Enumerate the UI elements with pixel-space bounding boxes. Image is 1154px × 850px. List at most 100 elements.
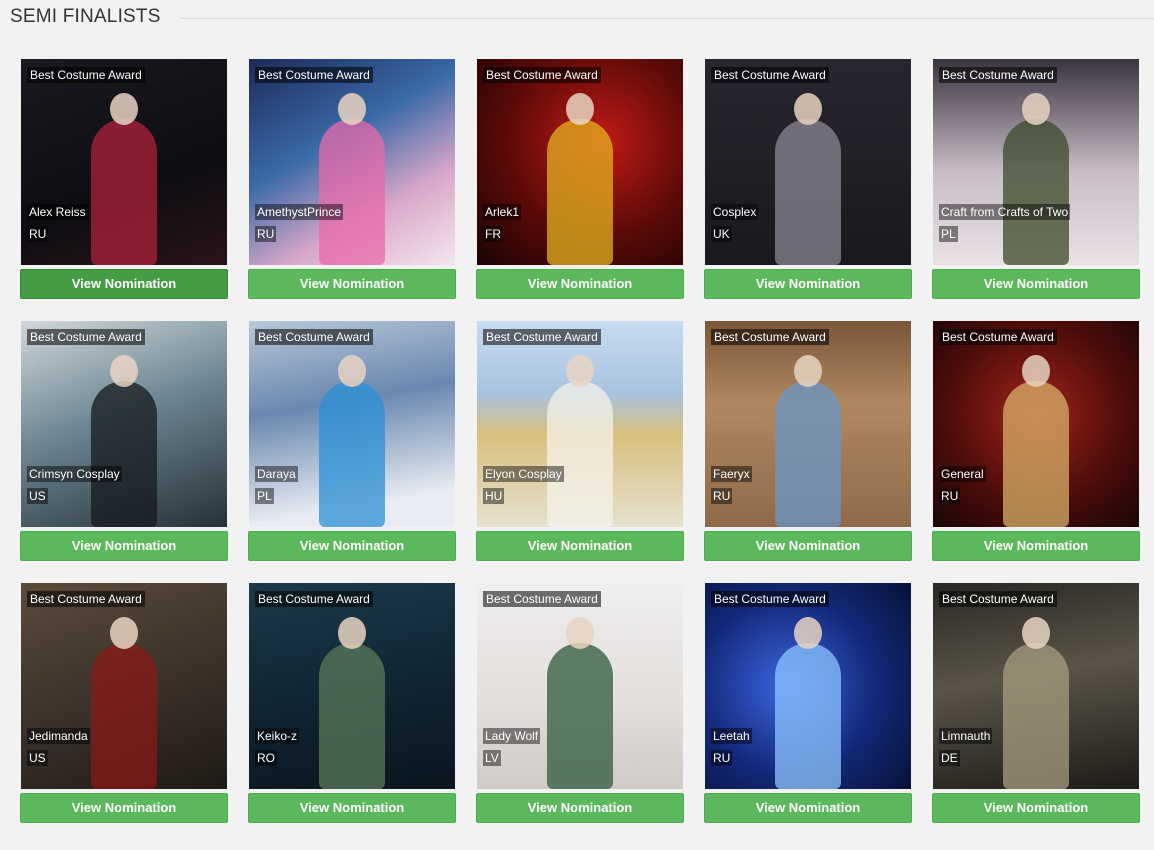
- award-badge: Best Costume Award: [27, 67, 145, 83]
- cosplayer-figure: [775, 643, 841, 789]
- award-badge: Best Costume Award: [255, 67, 373, 83]
- cosplayer-figure: [91, 381, 157, 527]
- cosplayer-figure: [775, 381, 841, 527]
- nominee-country: RU: [711, 488, 733, 504]
- view-nomination-button[interactable]: View Nomination: [20, 269, 228, 299]
- cosplayer-head: [1022, 617, 1050, 649]
- view-nomination-button[interactable]: View Nomination: [704, 793, 912, 823]
- nominee-card: Best Costume Award Jedimanda US View Nomina…: [20, 583, 228, 823]
- award-badge: Best Costume Award: [711, 329, 829, 345]
- cosplayer-head: [110, 617, 138, 649]
- nominee-country: PL: [939, 226, 958, 242]
- cosplayer-figure: [1003, 643, 1069, 789]
- nominee-photo[interactable]: Best Costume Award Elyon Cosplay HU: [477, 321, 683, 527]
- nominee-photo[interactable]: Best Costume Award Arlek1 FR: [477, 59, 683, 265]
- nominee-name: Cosplex: [711, 204, 759, 220]
- nominee-photo[interactable]: Best Costume Award Alex Reiss RU: [21, 59, 227, 265]
- nominee-photo[interactable]: Best Costume Award General RU: [933, 321, 1139, 527]
- view-nomination-button[interactable]: View Nomination: [476, 531, 684, 561]
- nominee-photo[interactable]: Best Costume Award Cosplex UK: [705, 59, 911, 265]
- cosplayer-head: [110, 355, 138, 387]
- view-nomination-button[interactable]: View Nomination: [20, 793, 228, 823]
- nominee-country: RU: [711, 750, 733, 766]
- nominee-name: Crimsyn Cosplay: [27, 466, 122, 482]
- cosplayer-head: [794, 93, 822, 125]
- cosplayer-figure: [319, 381, 385, 527]
- cosplayer-head: [794, 617, 822, 649]
- view-nomination-button[interactable]: View Nomination: [704, 269, 912, 299]
- nominee-name: Faeryx: [711, 466, 752, 482]
- nominee-country: DE: [939, 750, 960, 766]
- nominee-name: General: [939, 466, 986, 482]
- cosplayer-head: [794, 355, 822, 387]
- view-nomination-button[interactable]: View Nomination: [932, 793, 1140, 823]
- view-nomination-button[interactable]: View Nomination: [248, 793, 456, 823]
- award-badge: Best Costume Award: [27, 591, 145, 607]
- view-nomination-button[interactable]: View Nomination: [704, 531, 912, 561]
- view-nomination-button[interactable]: View Nomination: [20, 531, 228, 561]
- nominee-country: HU: [483, 488, 505, 504]
- cosplayer-figure: [1003, 119, 1069, 265]
- nominee-card: Best Costume Award Faeryx RU View Nominatio…: [704, 321, 912, 561]
- nominee-name: Jedimanda: [27, 728, 90, 744]
- nominee-photo[interactable]: Best Costume Award Leetah RU: [705, 583, 911, 789]
- cosplayer-head: [566, 355, 594, 387]
- cosplayer-head: [1022, 93, 1050, 125]
- nominee-card: Best Costume Award Leetah RU View Nominatio…: [704, 583, 912, 823]
- award-badge: Best Costume Award: [483, 591, 601, 607]
- view-nomination-button[interactable]: View Nomination: [476, 793, 684, 823]
- view-nomination-button[interactable]: View Nomination: [248, 269, 456, 299]
- cosplayer-figure: [775, 119, 841, 265]
- view-nomination-button[interactable]: View Nomination: [248, 531, 456, 561]
- view-nomination-button[interactable]: View Nomination: [932, 269, 1140, 299]
- nominee-photo[interactable]: Best Costume Award Faeryx RU: [705, 321, 911, 527]
- cosplayer-figure: [91, 119, 157, 265]
- cosplayer-head: [338, 617, 366, 649]
- nominee-card: Best Costume Award Limnauth DE View Nominat…: [932, 583, 1140, 823]
- nominee-photo[interactable]: Best Costume Award Lady Wolf LV: [477, 583, 683, 789]
- award-badge: Best Costume Award: [255, 591, 373, 607]
- nominee-card: Best Costume Award Cosplex UK View Nominati…: [704, 59, 912, 299]
- nominee-country: UK: [711, 226, 732, 242]
- nominee-card: Best Costume Award AmethystPrince RU View N…: [248, 59, 456, 299]
- nominee-name: Alex Reiss: [27, 204, 88, 220]
- nominee-name: Elyon Cosplay: [483, 466, 564, 482]
- cosplayer-head: [566, 93, 594, 125]
- nominee-name: Limnauth: [939, 728, 993, 744]
- nominee-country: RU: [27, 226, 49, 242]
- nominee-photo[interactable]: Best Costume Award Keiko-z RO: [249, 583, 455, 789]
- nominee-photo[interactable]: Best Costume Award Jedimanda US: [21, 583, 227, 789]
- nominee-country: PL: [255, 488, 274, 504]
- cosplayer-figure: [547, 643, 613, 789]
- nominee-card: Best Costume Award Daraya PL View Nominatio…: [248, 321, 456, 561]
- nominee-name: Craft from Crafts of Two: [939, 204, 1071, 220]
- nominee-card: Best Costume Award Keiko-z RO View Nominati…: [248, 583, 456, 823]
- nominee-country: US: [27, 750, 48, 766]
- nominee-card: Best Costume Award Craft from Crafts of T…: [932, 59, 1140, 299]
- nominee-card: Best Costume Award Lady Wolf LV View Nomina…: [476, 583, 684, 823]
- nominee-card: Best Costume Award General RU View Nominati…: [932, 321, 1140, 561]
- nominee-photo[interactable]: Best Costume Award Crimsyn Cosplay US: [21, 321, 227, 527]
- nominee-photo[interactable]: Best Costume Award Daraya PL: [249, 321, 455, 527]
- nominee-country: FR: [483, 226, 503, 242]
- nominees-grid: Best Costume Award Alex Reiss RU View Nomin…: [20, 59, 1140, 823]
- nominee-card: Best Costume Award Elyon Cosplay HU View No…: [476, 321, 684, 561]
- nominee-photo[interactable]: Best Costume Award Limnauth DE: [933, 583, 1139, 789]
- award-badge: Best Costume Award: [939, 591, 1057, 607]
- nominee-name: Leetah: [711, 728, 752, 744]
- section-title: SEMI FINALISTS: [10, 6, 161, 27]
- nominee-card: Best Costume Award Arlek1 FR View Nominatio…: [476, 59, 684, 299]
- nominee-country: LV: [483, 750, 501, 766]
- nominee-country: RU: [255, 226, 277, 242]
- award-badge: Best Costume Award: [483, 329, 601, 345]
- nominee-photo[interactable]: Best Costume Award Craft from Crafts of T…: [933, 59, 1139, 265]
- cosplayer-figure: [319, 119, 385, 265]
- award-badge: Best Costume Award: [711, 67, 829, 83]
- award-badge: Best Costume Award: [255, 329, 373, 345]
- cosplayer-head: [566, 617, 594, 649]
- view-nomination-button[interactable]: View Nomination: [476, 269, 684, 299]
- view-nomination-button[interactable]: View Nomination: [932, 531, 1140, 561]
- cosplayer-head: [338, 355, 366, 387]
- nominee-photo[interactable]: Best Costume Award AmethystPrince RU: [249, 59, 455, 265]
- nominee-name: Daraya: [255, 466, 298, 482]
